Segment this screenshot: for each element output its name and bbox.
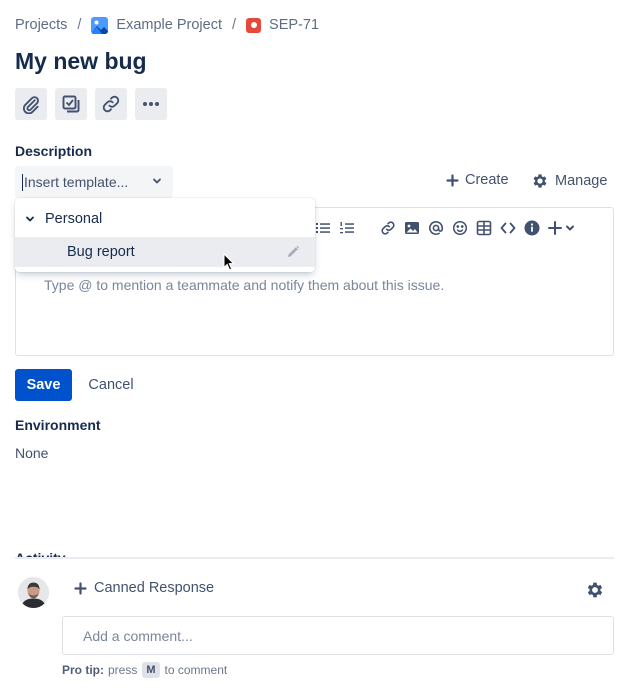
- breadcrumb-separator: /: [77, 17, 82, 33]
- link-icon: [102, 95, 120, 113]
- plus-icon: [446, 173, 459, 187]
- environment-value[interactable]: None: [15, 445, 48, 461]
- info-panel-icon[interactable]: [524, 220, 540, 236]
- template-item-label: Bug report: [67, 244, 135, 260]
- create-template-label: Create: [465, 172, 509, 188]
- editor-placeholder: Type @ to mention a teammate and notify …: [44, 277, 445, 293]
- gear-icon: [533, 174, 547, 188]
- description-label: Description: [15, 143, 93, 159]
- bug-icon: [246, 17, 262, 33]
- mouse-cursor-icon: [223, 253, 235, 271]
- pencil-icon[interactable]: [286, 245, 300, 259]
- keyboard-shortcut-key: M: [142, 662, 160, 678]
- divider: [15, 557, 614, 559]
- template-group-personal[interactable]: Personal: [15, 203, 315, 235]
- link-issue-button[interactable]: [95, 88, 127, 120]
- breadcrumb-separator: /: [232, 17, 237, 33]
- mention-icon[interactable]: [428, 220, 444, 236]
- environment-label: Environment: [15, 417, 101, 433]
- avatar: [18, 577, 49, 608]
- table-icon[interactable]: [476, 220, 492, 236]
- attach-button[interactable]: [15, 88, 47, 120]
- insert-template-select[interactable]: Insert template...: [15, 166, 173, 198]
- more-icon: [143, 102, 159, 106]
- text-caret: [22, 173, 23, 191]
- breadcrumb-issue-key: SEP-71: [269, 17, 320, 33]
- insert-template-label: Insert template...: [24, 174, 129, 190]
- breadcrumb-projects-link[interactable]: Projects: [15, 17, 67, 33]
- paperclip-icon: [22, 96, 39, 114]
- cancel-button[interactable]: Cancel: [80, 369, 142, 401]
- insert-more-icon[interactable]: [548, 220, 578, 236]
- template-group-label: Personal: [45, 211, 103, 227]
- protip-tail: to comment: [164, 663, 228, 677]
- manage-templates-button[interactable]: Manage: [531, 172, 607, 190]
- pro-tip: Pro tip: press M to comment: [62, 662, 227, 678]
- breadcrumb-project-label: Example Project: [116, 17, 222, 33]
- emoji-icon[interactable]: [452, 220, 468, 236]
- code-icon[interactable]: [500, 220, 516, 236]
- canned-response-label: Canned Response: [94, 580, 215, 596]
- checklist-icon: [62, 95, 80, 113]
- issue-title[interactable]: My new bug: [15, 48, 147, 75]
- comment-input[interactable]: Add a comment...: [62, 616, 614, 655]
- create-template-button[interactable]: Create: [446, 172, 509, 188]
- protip-bold-label: Pro tip:: [62, 663, 104, 677]
- breadcrumb-issue-link[interactable]: SEP-71: [246, 17, 319, 33]
- gear-icon[interactable]: [585, 580, 605, 600]
- manage-templates-label: Manage: [555, 173, 608, 189]
- breadcrumb: Projects / Example Project / SEP-71: [15, 14, 319, 36]
- breadcrumb-project-link[interactable]: Example Project: [91, 16, 222, 34]
- numbered-list-icon[interactable]: [339, 220, 355, 236]
- comment-placeholder: Add a comment...: [83, 627, 193, 644]
- protip-press: press: [108, 663, 138, 677]
- save-button[interactable]: Save: [15, 369, 72, 401]
- plus-icon: [74, 581, 87, 595]
- canned-response-button[interactable]: Canned Response: [74, 580, 214, 596]
- chevron-down-icon: [26, 216, 34, 222]
- bullet-list-icon[interactable]: [315, 220, 331, 236]
- chevron-down-icon: [153, 178, 161, 184]
- image-icon[interactable]: [404, 220, 420, 236]
- link-icon[interactable]: [380, 220, 396, 236]
- project-avatar-icon: [91, 16, 109, 34]
- add-child-issue-button[interactable]: [55, 88, 87, 120]
- template-item-bug-report[interactable]: Bug report: [15, 237, 315, 267]
- template-dropdown-menu: Personal Bug report: [15, 198, 315, 272]
- more-actions-button[interactable]: [135, 88, 167, 120]
